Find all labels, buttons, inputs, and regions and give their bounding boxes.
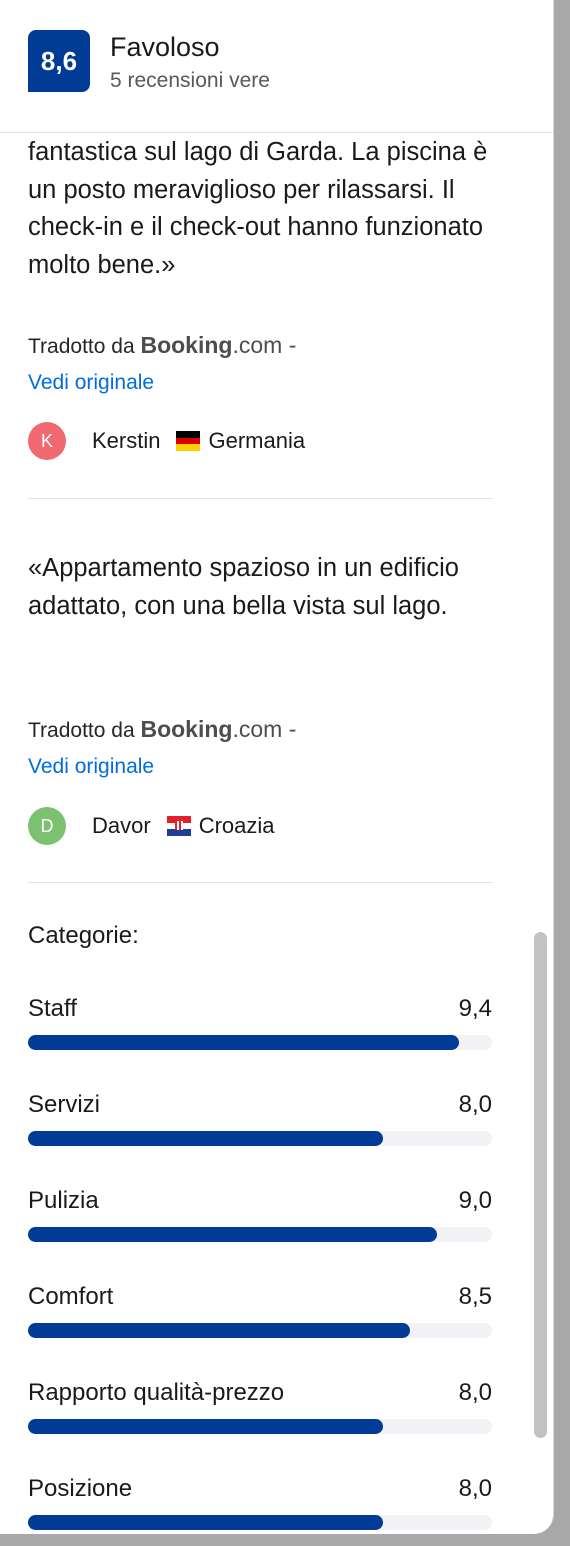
category-score: 8,0 — [458, 1091, 492, 1118]
translated-by: Tradotto da Booking.com - — [28, 332, 296, 359]
review-text: «Appartamento spazioso in un edificio ad… — [28, 554, 459, 620]
scrollbar-thumb[interactable] — [534, 932, 547, 1438]
view-original-link[interactable]: Vedi originale — [28, 755, 154, 779]
category-score: 8,5 — [458, 1283, 492, 1310]
category-label: Rapporto qualità-prezzo — [28, 1379, 285, 1406]
category-score: 9,4 — [458, 995, 492, 1022]
category-score: 8,0 — [458, 1379, 492, 1406]
score-bar-track — [28, 1323, 492, 1338]
review-text: fantastica sul lago di Garda. La piscina… — [28, 138, 488, 279]
category-row-comfort: Comfort 8,5 — [28, 1283, 492, 1343]
score-bar-fill — [28, 1227, 437, 1242]
avatar: K — [28, 422, 66, 460]
score-bar-fill — [28, 1131, 383, 1146]
score-bar-fill — [28, 1419, 383, 1434]
avatar: D — [28, 807, 66, 845]
category-label: Pulizia — [28, 1187, 99, 1214]
reviews-panel: 8,6 Favoloso 5 recensioni vere fantastic… — [0, 0, 554, 1534]
category-label: Servizi — [28, 1091, 101, 1118]
booking-logo-suffix: .com - — [232, 716, 297, 742]
category-row-posizione: Posizione 8,0 — [28, 1475, 492, 1534]
reviewer-name: Kerstin — [92, 428, 161, 453]
reviewer-country: Croazia — [198, 813, 275, 838]
category-label: Staff — [28, 995, 77, 1022]
rating-label: Favoloso — [110, 32, 220, 62]
booking-logo-bold: Booking — [140, 716, 233, 742]
review-count: 5 recensioni vere — [110, 69, 270, 92]
score-bar-track — [28, 1035, 492, 1050]
category-label: Comfort — [28, 1283, 114, 1310]
germany-flag-icon — [176, 431, 201, 451]
category-score: 9,0 — [458, 1187, 492, 1214]
category-row-staff: Staff 9,4 — [28, 995, 492, 1055]
score-bar-fill — [28, 1323, 410, 1338]
translated-prefix: Tradotto da — [28, 719, 135, 742]
rating-header: 8,6 Favoloso 5 recensioni vere — [0, 0, 553, 133]
category-label: Posizione — [28, 1475, 133, 1502]
translated-prefix: Tradotto da — [28, 335, 135, 358]
category-row-servizi: Servizi 8,0 — [28, 1091, 492, 1151]
score-bar-fill — [28, 1515, 383, 1530]
score-badge: 8,6 — [28, 30, 90, 92]
croatia-flag-icon — [166, 816, 191, 836]
view-original-link[interactable]: Vedi originale — [28, 371, 154, 395]
categories-title: Categorie: — [28, 922, 139, 949]
score-bar-track — [28, 1227, 492, 1242]
booking-logo-bold: Booking — [140, 332, 233, 358]
booking-logo-suffix: .com - — [232, 332, 297, 358]
reviewer-name: Davor — [92, 813, 151, 838]
score-bar-track — [28, 1419, 492, 1434]
score-bar-track — [28, 1515, 492, 1530]
score-bar-track — [28, 1131, 492, 1146]
divider — [28, 498, 493, 499]
translated-by: Tradotto da Booking.com - — [28, 716, 296, 743]
category-row-pulizia: Pulizia 9,0 — [28, 1187, 492, 1247]
divider — [28, 882, 493, 883]
reviewer-country: Germania — [208, 428, 306, 453]
category-score: 8,0 — [458, 1475, 492, 1502]
score-bar-fill — [28, 1035, 459, 1050]
reviewer-info: D Davor Croazia — [28, 807, 275, 845]
reviewer-info: K Kerstin Germania — [28, 422, 305, 460]
category-row-rapporto-qualita-prezzo: Rapporto qualità-prezzo 8,0 — [28, 1379, 492, 1439]
